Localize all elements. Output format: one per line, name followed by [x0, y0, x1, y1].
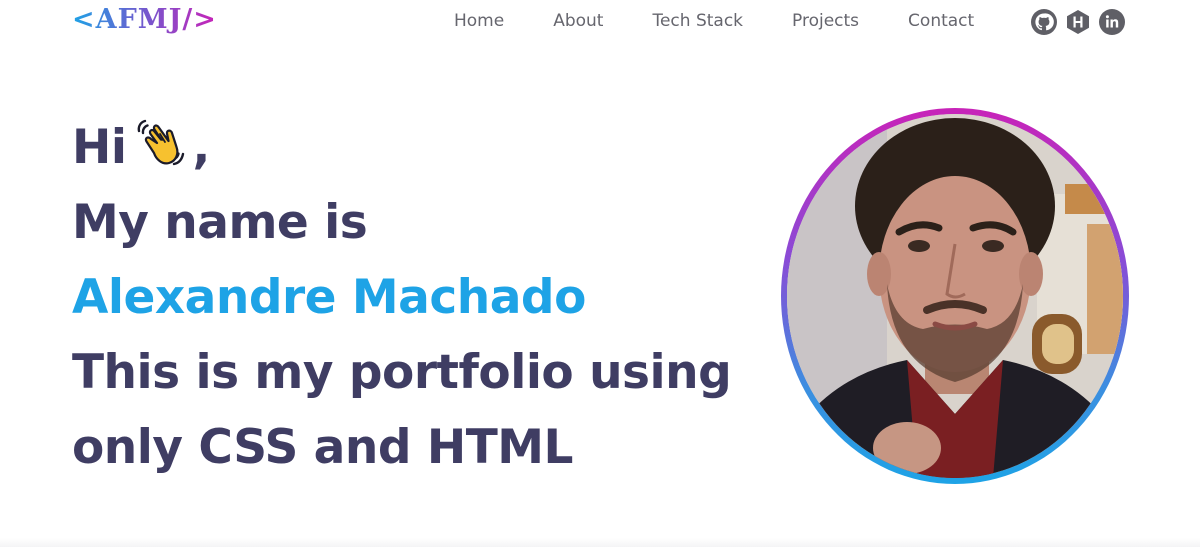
nav-home[interactable]: Home — [454, 11, 504, 31]
nav-projects[interactable]: Projects — [792, 11, 859, 31]
section-divider — [0, 538, 1200, 547]
profile-photo-frame — [781, 108, 1129, 484]
social-links — [1031, 9, 1125, 35]
linkedin-icon[interactable] — [1099, 9, 1125, 35]
site-header: <AFMJ/> Home About Tech Stack Projects C… — [0, 0, 1200, 46]
nav-about[interactable]: About — [553, 11, 603, 31]
portfolio-page: <AFMJ/> Home About Tech Stack Projects C… — [0, 0, 1200, 547]
greeting-line: Hi , — [72, 110, 752, 185]
greeting-comma: , — [192, 120, 210, 175]
description-line-2: only CSS and HTML — [72, 420, 573, 475]
nav-tech-stack[interactable]: Tech Stack — [652, 11, 743, 31]
greeting-text: Hi — [72, 120, 127, 175]
description-line-1: This is my portfolio using — [72, 345, 732, 400]
hero-intro: Hi , My name is Alexandre Machado This i… — [72, 110, 752, 485]
nav-contact[interactable]: Contact — [908, 11, 974, 31]
github-icon[interactable] — [1031, 9, 1057, 35]
site-logo[interactable]: <AFMJ/> — [72, 4, 217, 35]
waving-hand-icon — [138, 119, 185, 166]
intro-line: My name is — [72, 195, 368, 250]
main-nav: Home About Tech Stack Projects Contact — [454, 11, 974, 31]
hashnode-icon[interactable] — [1065, 9, 1091, 35]
author-name: Alexandre Machado — [72, 270, 586, 325]
profile-photo — [787, 114, 1123, 478]
